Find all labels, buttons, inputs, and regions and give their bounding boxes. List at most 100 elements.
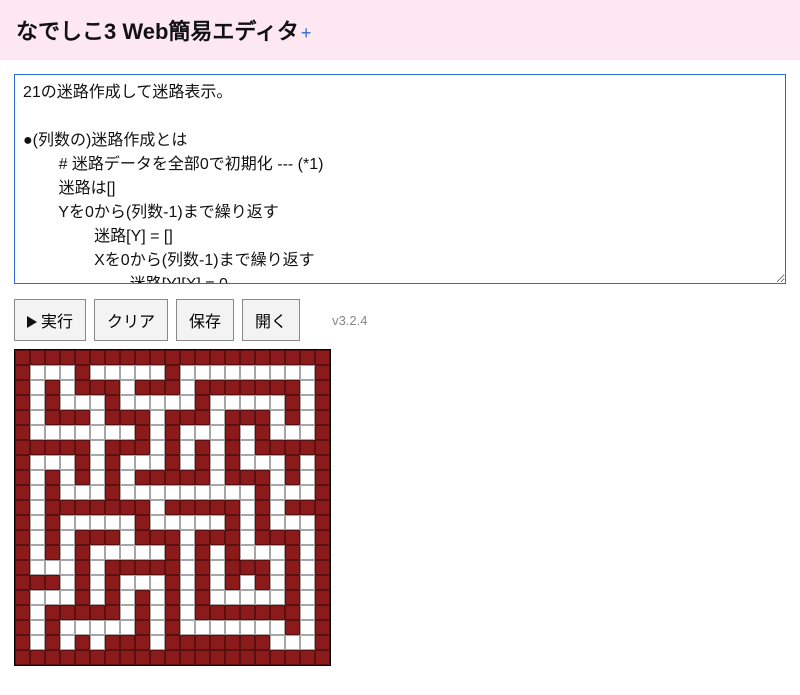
save-button[interactable]: 保存 [176, 299, 234, 341]
maze-wall-cell [195, 560, 210, 575]
maze-wall-cell [300, 650, 315, 665]
maze-path-cell [270, 635, 285, 650]
maze-path-cell [210, 515, 225, 530]
maze-path-cell [300, 560, 315, 575]
maze-path-cell [225, 620, 240, 635]
maze-wall-cell [315, 650, 330, 665]
maze-wall-cell [30, 650, 45, 665]
clear-button[interactable]: クリア [94, 299, 168, 341]
maze-path-cell [150, 440, 165, 455]
code-editor[interactable] [14, 74, 786, 284]
maze-path-cell [195, 515, 210, 530]
toolbar: 実行 クリア 保存 開く v3.2.4 [0, 289, 800, 349]
maze-path-cell [90, 560, 105, 575]
maze-wall-cell [285, 350, 300, 365]
maze-path-cell [255, 365, 270, 380]
maze-wall-cell [150, 350, 165, 365]
maze-wall-cell [255, 410, 270, 425]
maze-wall-cell [15, 590, 30, 605]
maze-path-cell [285, 635, 300, 650]
maze-wall-cell [105, 455, 120, 470]
maze-path-cell [150, 590, 165, 605]
maze-wall-cell [165, 530, 180, 545]
maze-path-cell [45, 560, 60, 575]
maze-path-cell [210, 455, 225, 470]
maze-wall-cell [165, 650, 180, 665]
maze-wall-cell [15, 440, 30, 455]
maze-wall-cell [210, 650, 225, 665]
maze-wall-cell [150, 470, 165, 485]
maze-wall-cell [105, 485, 120, 500]
maze-path-cell [195, 620, 210, 635]
maze-wall-cell [270, 605, 285, 620]
maze-path-cell [270, 560, 285, 575]
maze-wall-cell [135, 590, 150, 605]
maze-wall-cell [60, 605, 75, 620]
maze-wall-cell [165, 620, 180, 635]
plus-link[interactable]: + [301, 23, 312, 44]
maze-wall-cell [225, 500, 240, 515]
maze-wall-cell [210, 500, 225, 515]
maze-path-cell [165, 395, 180, 410]
maze-wall-cell [315, 605, 330, 620]
maze-wall-cell [300, 440, 315, 455]
maze-grid [14, 349, 331, 666]
maze-path-cell [210, 365, 225, 380]
maze-wall-cell [195, 500, 210, 515]
maze-wall-cell [255, 530, 270, 545]
maze-wall-cell [15, 500, 30, 515]
maze-path-cell [45, 455, 60, 470]
maze-path-cell [270, 365, 285, 380]
maze-wall-cell [165, 500, 180, 515]
maze-wall-cell [105, 590, 120, 605]
maze-wall-cell [240, 635, 255, 650]
maze-wall-cell [30, 350, 45, 365]
maze-wall-cell [105, 575, 120, 590]
maze-wall-cell [315, 380, 330, 395]
maze-wall-cell [60, 500, 75, 515]
maze-wall-cell [165, 365, 180, 380]
maze-path-cell [270, 590, 285, 605]
maze-wall-cell [210, 380, 225, 395]
run-button[interactable]: 実行 [14, 299, 86, 341]
open-button[interactable]: 開く [242, 299, 300, 341]
maze-wall-cell [15, 425, 30, 440]
maze-wall-cell [225, 650, 240, 665]
maze-path-cell [120, 545, 135, 560]
maze-wall-cell [105, 530, 120, 545]
maze-wall-cell [120, 410, 135, 425]
maze-wall-cell [225, 545, 240, 560]
maze-wall-cell [225, 455, 240, 470]
maze-path-cell [150, 425, 165, 440]
maze-wall-cell [240, 470, 255, 485]
maze-path-cell [60, 575, 75, 590]
maze-wall-cell [270, 530, 285, 545]
maze-wall-cell [165, 590, 180, 605]
maze-wall-cell [15, 620, 30, 635]
maze-wall-cell [30, 440, 45, 455]
maze-wall-cell [225, 380, 240, 395]
maze-path-cell [30, 500, 45, 515]
maze-path-cell [270, 455, 285, 470]
maze-wall-cell [150, 650, 165, 665]
maze-wall-cell [255, 560, 270, 575]
maze-path-cell [105, 425, 120, 440]
maze-path-cell [120, 380, 135, 395]
maze-path-cell [225, 485, 240, 500]
maze-path-cell [300, 455, 315, 470]
maze-path-cell [90, 620, 105, 635]
maze-path-cell [180, 455, 195, 470]
maze-path-cell [180, 560, 195, 575]
maze-wall-cell [75, 560, 90, 575]
maze-wall-cell [105, 350, 120, 365]
maze-wall-cell [165, 575, 180, 590]
maze-wall-cell [90, 605, 105, 620]
maze-path-cell [120, 530, 135, 545]
maze-path-cell [75, 395, 90, 410]
maze-wall-cell [315, 485, 330, 500]
maze-wall-cell [255, 350, 270, 365]
maze-wall-cell [255, 575, 270, 590]
maze-wall-cell [15, 365, 30, 380]
maze-wall-cell [75, 635, 90, 650]
maze-wall-cell [180, 470, 195, 485]
